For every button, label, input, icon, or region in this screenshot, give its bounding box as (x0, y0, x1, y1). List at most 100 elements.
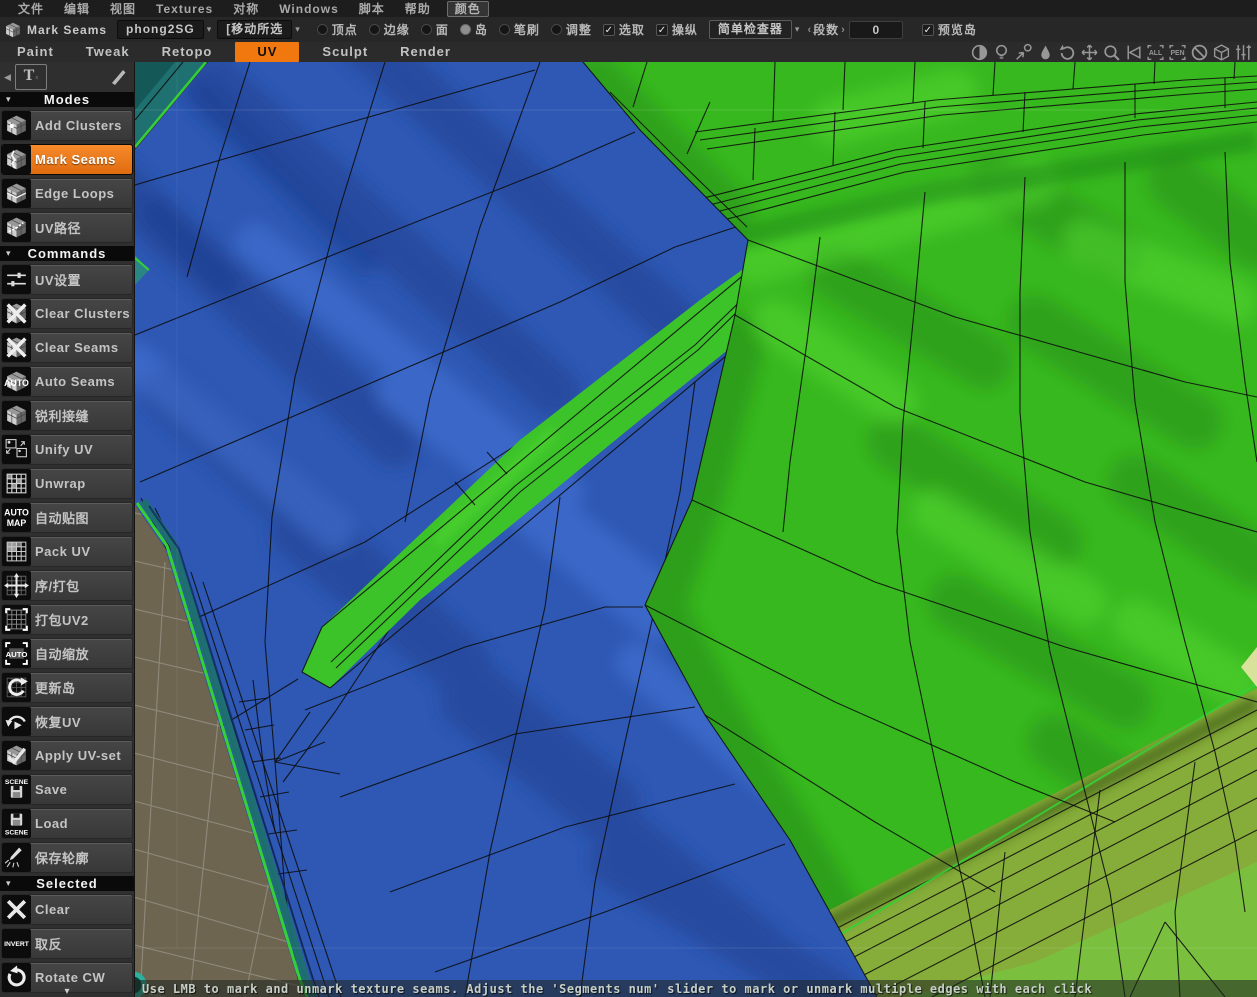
radio-islands[interactable]: 岛 (459, 21, 488, 38)
tab-tweak[interactable]: Tweak (77, 42, 139, 62)
chevron-down-icon[interactable]: ▾ (795, 24, 800, 35)
svg-text:AUTO: AUTO (6, 650, 28, 659)
all-brackets-icon[interactable]: ALL (1146, 43, 1165, 62)
sidebar-item-save[interactable]: SCENE Save (1, 774, 133, 805)
automap-icon: AUTO MAP (2, 503, 31, 532)
radio-brush[interactable]: 笔刷 (498, 21, 540, 38)
menu-symmetry[interactable]: 对称 (223, 0, 269, 17)
text-frame-icon: ▫ (35, 73, 39, 82)
svg-text:AUTO: AUTO (4, 507, 29, 517)
checkbox-select-icon[interactable]: ✓ (602, 23, 615, 36)
menu-scripts[interactable]: 脚本 (349, 0, 395, 17)
sidebar-item-update-islands[interactable]: 更新岛 (1, 672, 133, 703)
checkbox-preview-islands-icon[interactable]: ✓ (921, 23, 934, 36)
sidebar-item-auto-scale[interactable]: AUTO 自动缩放 (1, 638, 133, 669)
tab-paint[interactable]: Paint (8, 42, 63, 62)
spin-left-icon[interactable]: ‹ (807, 24, 811, 36)
transform-dropdown[interactable]: [移动所选 (217, 20, 293, 39)
radio-edges-icon[interactable] (368, 24, 380, 35)
menu-edit[interactable]: 编辑 (54, 0, 100, 17)
mesh-scene (135, 62, 1257, 997)
cube-loops-icon (2, 179, 31, 208)
section-header-modes[interactable]: Modes ▾ (0, 92, 134, 107)
drop-icon[interactable] (1036, 43, 1055, 62)
spin-right-icon[interactable]: › (841, 24, 845, 36)
segments-input[interactable]: 0 (848, 20, 903, 39)
menu-view[interactable]: 视图 (100, 0, 146, 17)
menu-windows[interactable]: Windows (269, 2, 349, 16)
sliders-v-icon[interactable] (1234, 43, 1253, 62)
menu-textures[interactable]: Textures (146, 2, 223, 16)
sidebar-item-clear-clusters[interactable]: Clear Clusters (1, 298, 133, 329)
sidebar-item-auto-map[interactable]: AUTO MAP 自动贴图 (1, 502, 133, 533)
radio-edges[interactable]: 边缘 (368, 21, 410, 38)
section-header-commands[interactable]: Commands ▾ (0, 246, 134, 261)
cube-plain-icon (2, 401, 31, 430)
material-dropdown[interactable]: phong2SG (117, 20, 204, 39)
checkbox-manipulate[interactable]: ✓ 操纵 (655, 21, 698, 38)
sidebar-item-save-contour[interactable]: 保存轮廓 (1, 842, 133, 873)
grid-pack-icon (2, 537, 31, 566)
contrast-icon[interactable] (970, 43, 989, 62)
sidebar-item-unwrap[interactable]: Unwrap (1, 468, 133, 499)
sidebar-item-restore-uv[interactable]: 恢复UV (1, 706, 133, 737)
menu-help[interactable]: 帮助 (395, 0, 441, 17)
rotate-view-icon[interactable] (1058, 43, 1077, 62)
cube-view-icon[interactable] (1212, 43, 1231, 62)
pen-brackets-icon[interactable]: PEN (1168, 43, 1187, 62)
checkbox-select[interactable]: ✓ 选取 (602, 21, 645, 38)
checker-dropdown[interactable]: 简单检查器 (708, 20, 792, 39)
sidebar-item-apply-uv-set[interactable]: Apply UV-set (1, 740, 133, 771)
viewport-3d[interactable]: Use LMB to mark and unmark texture seams… (135, 62, 1257, 997)
sliders-h-icon (2, 265, 31, 294)
sidebar-item-unify-uv[interactable]: Unify UV (1, 434, 133, 465)
chevron-down-icon[interactable]: ▾ (207, 24, 212, 35)
sidebar-item-invert-selection[interactable]: INVERT 取反 (1, 928, 133, 959)
radio-vertices-icon[interactable] (316, 24, 328, 35)
collapse-panel-icon[interactable]: ◀ (4, 72, 11, 83)
zoom-icon[interactable] (1102, 43, 1121, 62)
radio-islands-icon[interactable] (459, 24, 471, 35)
radio-tweak-icon[interactable] (550, 24, 562, 35)
bulb-arrow-icon[interactable] (1014, 43, 1033, 62)
radio-vertices[interactable]: 顶点 (316, 21, 358, 38)
x-big-icon (2, 895, 31, 924)
menu-file[interactable]: 文件 (8, 0, 54, 17)
sidebar-item-load[interactable]: SCENE Load (1, 808, 133, 839)
sidebar-item-pack-uv2[interactable]: 打包UV2 (1, 604, 133, 635)
no-snap-icon[interactable] (1190, 43, 1209, 62)
3dcoat-window: 文件 编辑 视图 Textures 对称 Windows 脚本 帮助 颜色 Mark Seams… (0, 0, 1257, 997)
radio-faces-icon[interactable] (420, 24, 432, 35)
sidebar-item-sort-pack[interactable]: 序/打包 (1, 570, 133, 601)
brush-stroke-icon (108, 66, 130, 88)
tab-retopo[interactable]: Retopo (153, 42, 222, 62)
sidebar-item-uv-settings[interactable]: UV设置 (1, 264, 133, 295)
sidebar-item-edge-loops[interactable]: Edge Loops (1, 178, 133, 209)
tool-options-bar: Mark Seams phong2SG ▾ [移动所选 ▾ 顶点 边缘面岛笔刷 调整… (0, 17, 1257, 42)
sidebar-item-auto-seams[interactable]: AUTO Auto Seams (1, 366, 133, 397)
sidebar-item-mark-seams[interactable]: Mark Seams (1, 144, 133, 175)
checkbox-preview-islands[interactable]: ✓ 预览岛 (921, 21, 977, 38)
tab-render[interactable]: Render (391, 42, 460, 62)
sidebar-item-pack-uv[interactable]: Pack UV (1, 536, 133, 567)
section-header-selected[interactable]: Selected ▾ (0, 876, 134, 891)
radio-faces[interactable]: 面 (420, 21, 449, 38)
scroll-down-arrow[interactable]: ▾ (0, 987, 134, 997)
sidebar-item-clear-seams[interactable]: Clear Seams (1, 332, 133, 363)
sidebar-item-sharp-seams[interactable]: 锐利接缝 (1, 400, 133, 431)
tab-uv[interactable]: UV (235, 42, 300, 62)
tab-sculpt[interactable]: Sculpt (313, 42, 377, 62)
sidebar-item-uv-path[interactable]: UV路径 (1, 212, 133, 243)
floppy-save-icon: SCENE (2, 775, 31, 804)
text-tool-button[interactable]: T ▫ (14, 64, 47, 90)
pan-icon[interactable] (1080, 43, 1099, 62)
chevron-down-icon[interactable]: ▾ (295, 24, 300, 35)
radio-brush-icon[interactable] (498, 24, 510, 35)
perspective-icon[interactable] (1124, 43, 1143, 62)
color-button[interactable]: 颜色 (446, 0, 489, 17)
checkbox-manipulate-icon[interactable]: ✓ (655, 23, 668, 36)
radio-tweak[interactable]: 调整 (550, 21, 592, 38)
bulb-icon[interactable] (992, 43, 1011, 62)
sidebar-item-add-clusters[interactable]: Add Clusters (1, 110, 133, 141)
sidebar-item-clear-selected[interactable]: Clear (1, 894, 133, 925)
